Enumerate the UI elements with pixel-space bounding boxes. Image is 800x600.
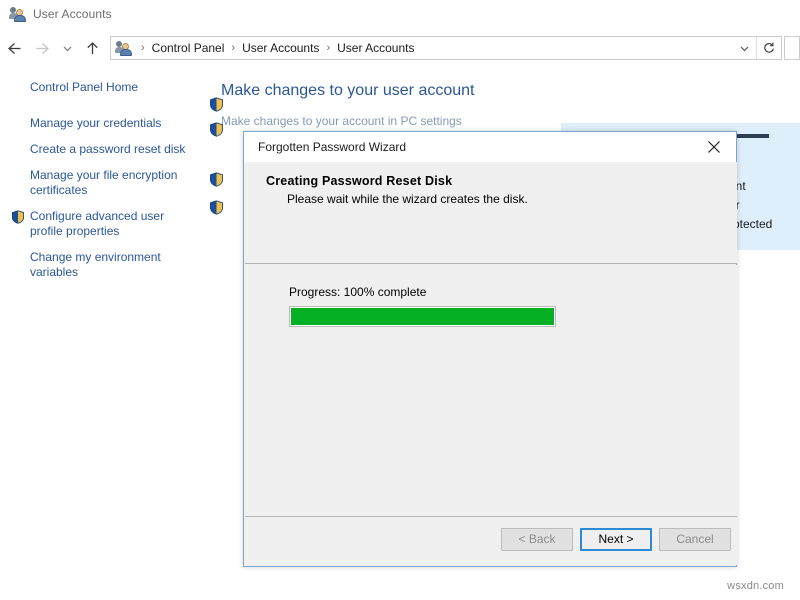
sidebar-item-label: Configure advanced user profile properti… (30, 209, 164, 238)
breadcrumb-item-user-accounts-2[interactable]: User Accounts (336, 41, 415, 55)
up-one-level-button[interactable] (78, 34, 106, 62)
back-button[interactable]: < Back (501, 528, 573, 551)
search-input[interactable] (784, 36, 800, 60)
progress-label: Progress: 100% complete (289, 285, 426, 299)
breadcrumb-separator: › (225, 42, 241, 54)
chevron-down-icon (61, 42, 74, 55)
close-button[interactable] (692, 133, 736, 162)
close-icon (707, 140, 721, 154)
explorer-window: User Accounts (0, 0, 800, 600)
up-arrow-icon (84, 40, 101, 57)
sidebar-item-control-panel-home[interactable]: Control Panel Home (0, 80, 205, 95)
forgotten-password-wizard-dialog: Forgotten Password Wizard Creating Passw… (243, 131, 737, 567)
dialog-subheading: Please wait while the wizard creates the… (287, 192, 528, 206)
dialog-body: Progress: 100% complete (245, 265, 737, 517)
chevron-down-icon (738, 42, 751, 55)
sidebar: Control Panel Home Manage your credentia… (0, 68, 205, 600)
breadcrumb-separator: › (320, 42, 336, 54)
refresh-button[interactable] (756, 37, 781, 59)
sidebar-item-manage-credentials[interactable]: Manage your credentials (0, 116, 205, 131)
forward-button[interactable] (28, 34, 56, 62)
window-title: User Accounts (33, 7, 112, 21)
sidebar-item-change-environment-variables[interactable]: Change my environment variables (0, 250, 205, 280)
dialog-heading: Creating Password Reset Disk (266, 174, 452, 188)
breadcrumb-separator: › (135, 42, 151, 54)
shield-icon (209, 122, 224, 137)
window-users-icon (10, 6, 26, 22)
page-title: Make changes to your user account (221, 82, 474, 100)
watermark: wsxdn.com (727, 580, 784, 592)
address-bar-users-icon (116, 40, 132, 56)
sidebar-item-create-password-reset-disk[interactable]: Create a password reset disk (0, 142, 205, 157)
shield-icon (11, 210, 25, 224)
shield-icon (209, 200, 224, 215)
dialog-header: Creating Password Reset Disk Please wait… (245, 162, 737, 264)
sidebar-item-manage-file-encryption-certificates[interactable]: Manage your file encryption certificates (0, 168, 205, 198)
progress-bar (289, 306, 556, 327)
dialog-title: Forgotten Password Wizard (244, 140, 406, 154)
window-titlebar: User Accounts (0, 0, 800, 28)
address-bar[interactable]: › Control Panel › User Accounts › User A… (110, 36, 782, 60)
next-button[interactable]: Next > (580, 528, 652, 551)
cancel-button[interactable]: Cancel (659, 528, 731, 551)
page-subtitle: Make changes to your account in PC setti… (221, 114, 462, 128)
forward-arrow-icon (34, 40, 51, 57)
navigation-toolbar: › Control Panel › User Accounts › User A… (0, 28, 800, 68)
refresh-icon (762, 41, 776, 55)
sidebar-item-configure-advanced-user-profile-properties[interactable]: Configure advanced user profile properti… (0, 209, 205, 239)
dialog-titlebar: Forgotten Password Wizard (244, 132, 736, 162)
shield-icon (209, 97, 224, 112)
breadcrumb-item-user-accounts[interactable]: User Accounts (241, 41, 320, 55)
recent-locations-button[interactable] (56, 34, 78, 62)
breadcrumb-item-control-panel[interactable]: Control Panel (151, 41, 226, 55)
dialog-footer: < Back Next > Cancel (245, 516, 737, 565)
back-arrow-icon (6, 40, 23, 57)
address-dropdown-button[interactable] (732, 37, 756, 59)
progress-bar-fill (291, 308, 554, 325)
back-button[interactable] (0, 34, 28, 62)
shield-icon (209, 172, 224, 187)
